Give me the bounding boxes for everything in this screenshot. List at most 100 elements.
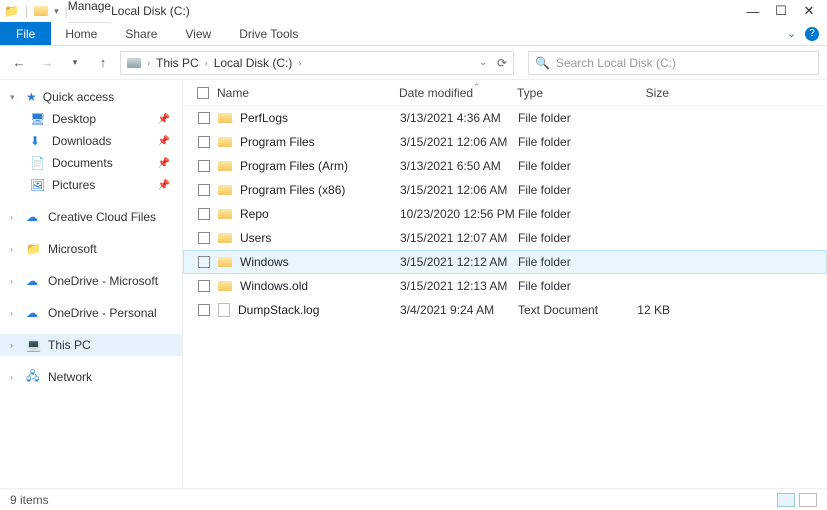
help-icon[interactable]: ?: [805, 27, 819, 41]
table-row[interactable]: Program Files (Arm)3/13/2021 6:50 AMFile…: [183, 154, 827, 178]
table-row[interactable]: Windows.old3/15/2021 12:13 AMFile folder: [183, 274, 827, 298]
sort-indicator-icon: ⌃: [473, 82, 481, 93]
sidebar-item-creative-cloud-files[interactable]: ›☁Creative Cloud Files: [0, 206, 182, 228]
table-row[interactable]: Users3/15/2021 12:07 AMFile folder: [183, 226, 827, 250]
file-date: 3/15/2021 12:07 AM: [400, 231, 518, 245]
tab-home[interactable]: Home: [51, 22, 111, 45]
sidebar-item-this-pc[interactable]: ›💻This PC: [0, 334, 182, 356]
file-name: PerfLogs: [240, 111, 288, 125]
pin-icon: 📌: [158, 158, 170, 169]
window-title: Local Disk (C:): [111, 4, 190, 18]
chevron-down-icon[interactable]: ▾: [10, 92, 20, 103]
row-checkbox[interactable]: [198, 160, 210, 172]
search-icon: 🔍: [535, 56, 550, 70]
table-row[interactable]: Repo 10/23/2020 12:56 PMFile folder: [183, 202, 827, 226]
file-name: Repo: [240, 207, 269, 221]
chevron-right-icon[interactable]: ›: [10, 340, 20, 350]
qat-dropdown-icon[interactable]: ▾: [54, 6, 59, 17]
search-input[interactable]: [556, 56, 812, 70]
table-row[interactable]: DumpStack.log3/4/2021 9:24 AMText Docume…: [183, 298, 827, 322]
network-icon: 🖧: [26, 367, 42, 388]
sidebar-item-onedrive-microsoft[interactable]: ›☁OneDrive - Microsoft: [0, 270, 182, 292]
chevron-right-icon: ›: [205, 58, 208, 68]
column-name[interactable]: Name: [217, 86, 399, 100]
table-row[interactable]: Windows3/15/2021 12:12 AMFile folder: [183, 250, 827, 274]
sidebar-item-onedrive-personal[interactable]: ›☁OneDrive - Personal: [0, 302, 182, 324]
column-size[interactable]: Size: [617, 86, 677, 100]
sidebar-item-label: Desktop: [52, 112, 96, 126]
folder-icon: [218, 137, 232, 147]
quick-access-toolbar: 📁 | ▾ |: [4, 4, 68, 18]
row-checkbox[interactable]: [198, 232, 210, 244]
table-row[interactable]: PerfLogs3/13/2021 4:36 AMFile folder: [183, 106, 827, 130]
up-button[interactable]: ↑: [92, 52, 114, 74]
forward-button[interactable]: →: [36, 52, 58, 74]
file-date: 10/23/2020 12:56 PM: [400, 207, 518, 221]
chevron-right-icon[interactable]: ›: [10, 244, 20, 254]
qat-divider: |: [25, 4, 28, 18]
address-dropdown-icon[interactable]: ⌄: [479, 57, 487, 68]
file-name: Program Files: [240, 135, 315, 149]
ccf-icon: ☁: [26, 210, 42, 224]
large-icons-view-button[interactable]: [799, 493, 817, 507]
table-row[interactable]: Program Files (x86)3/15/2021 12:06 AMFil…: [183, 178, 827, 202]
row-checkbox[interactable]: [198, 136, 210, 148]
refresh-icon[interactable]: ⟳: [497, 56, 507, 70]
sidebar-item-microsoft[interactable]: ›📁Microsoft: [0, 238, 182, 260]
details-view-button[interactable]: [777, 493, 795, 507]
ribbon-right: ⌄ ?: [787, 22, 827, 45]
file-type: File folder: [518, 111, 618, 125]
folder-icon: [218, 209, 232, 219]
file-name: Windows.old: [240, 279, 308, 293]
breadcrumb-current[interactable]: Local Disk (C:): [214, 56, 293, 70]
sidebar-item-network[interactable]: › 🖧 Network: [0, 366, 182, 388]
maximize-button[interactable]: ☐: [767, 0, 795, 22]
file-list-pane: Name ⌃ Date modified Type Size PerfLogs3…: [183, 80, 827, 488]
recent-dropdown-icon[interactable]: ▾: [64, 52, 86, 74]
sidebar-item-label: Network: [48, 370, 92, 384]
tab-view[interactable]: View: [171, 22, 225, 45]
address-bar[interactable]: › This PC › Local Disk (C:) › ⌄ ⟳: [120, 51, 514, 75]
chevron-right-icon[interactable]: ›: [10, 308, 20, 318]
file-tab[interactable]: File: [0, 22, 51, 45]
chevron-right-icon[interactable]: ›: [10, 276, 20, 286]
table-row[interactable]: Program Files3/15/2021 12:06 AMFile fold…: [183, 130, 827, 154]
ribbon-collapse-icon[interactable]: ⌄: [787, 27, 797, 40]
folder-icon: [218, 233, 232, 243]
column-date[interactable]: Date modified: [399, 86, 517, 100]
folder-icon: [218, 113, 232, 123]
close-button[interactable]: ✕: [795, 0, 823, 22]
breadcrumb-this-pc[interactable]: This PC: [156, 56, 199, 70]
tab-drive-tools[interactable]: Drive Tools: [225, 22, 312, 45]
file-name: Windows: [240, 255, 289, 269]
row-checkbox[interactable]: [198, 256, 210, 268]
row-checkbox[interactable]: [198, 112, 210, 124]
window-controls: — ☐ ✕: [739, 0, 823, 22]
sidebar-item-documents[interactable]: 📄Documents📌: [0, 152, 182, 174]
file-type: File folder: [518, 207, 618, 221]
sidebar-item-downloads[interactable]: ⬇Downloads📌: [0, 130, 182, 152]
file-date: 3/4/2021 9:24 AM: [400, 303, 518, 317]
sidebar-item-pictures[interactable]: 🖼Pictures📌: [0, 174, 182, 196]
file-icon: [218, 303, 230, 317]
contextual-tab-manage[interactable]: Manage: [68, 0, 111, 23]
back-button[interactable]: ←: [8, 52, 30, 74]
header-checkbox[interactable]: [189, 87, 217, 99]
folder-icon: [218, 185, 232, 195]
tab-share[interactable]: Share: [111, 22, 171, 45]
sidebar-item-desktop[interactable]: 🖥Desktop📌: [0, 108, 182, 130]
row-checkbox[interactable]: [198, 208, 210, 220]
chevron-right-icon: ›: [298, 58, 301, 68]
column-type[interactable]: Type: [517, 86, 617, 100]
minimize-button[interactable]: —: [739, 0, 767, 22]
folder-icon: 📁: [26, 242, 42, 256]
pc-icon: 💻: [26, 338, 42, 352]
row-checkbox[interactable]: [198, 304, 210, 316]
row-checkbox[interactable]: [198, 184, 210, 196]
chevron-right-icon[interactable]: ›: [10, 372, 20, 382]
chevron-right-icon[interactable]: ›: [10, 212, 20, 222]
row-checkbox[interactable]: [198, 280, 210, 292]
search-box[interactable]: 🔍: [528, 51, 819, 75]
file-name: Program Files (x86): [240, 183, 345, 197]
sidebar-quick-access[interactable]: ▾ ★ Quick access: [0, 86, 182, 108]
